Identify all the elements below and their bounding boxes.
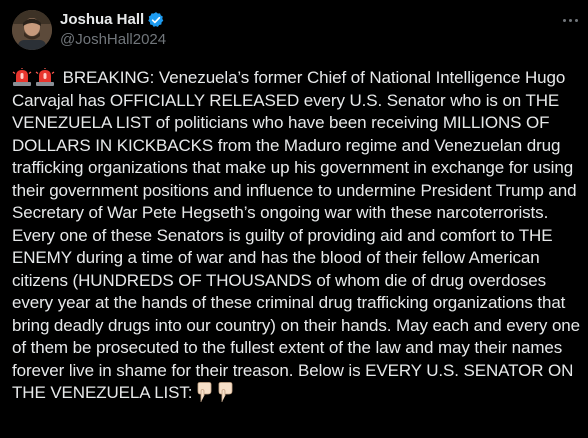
pointing-down-icon <box>195 382 213 402</box>
tweet-body: BREAKING: Venezuela’s former Chief of Na… <box>12 68 581 402</box>
rotating-light-icon <box>35 68 55 86</box>
tweet-text: BREAKING: Venezuela’s former Chief of Na… <box>12 67 580 405</box>
tweet-header: Joshua Hall @JoshHall2024 <box>12 8 576 52</box>
rotating-light-icon <box>12 68 32 86</box>
author-handle[interactable]: @JoshHall2024 <box>60 30 166 50</box>
author-names: Joshua Hall @JoshHall2024 <box>60 10 166 50</box>
pointing-down-icon <box>216 382 234 402</box>
tweet-card: Joshua Hall @JoshHall2024 BREAKING: Vene… <box>0 0 588 438</box>
more-options-icon[interactable] <box>556 6 584 34</box>
avatar[interactable] <box>12 10 52 50</box>
name-row: Joshua Hall <box>60 10 166 30</box>
display-name[interactable]: Joshua Hall <box>60 10 144 30</box>
verified-badge-icon[interactable] <box>147 11 165 29</box>
